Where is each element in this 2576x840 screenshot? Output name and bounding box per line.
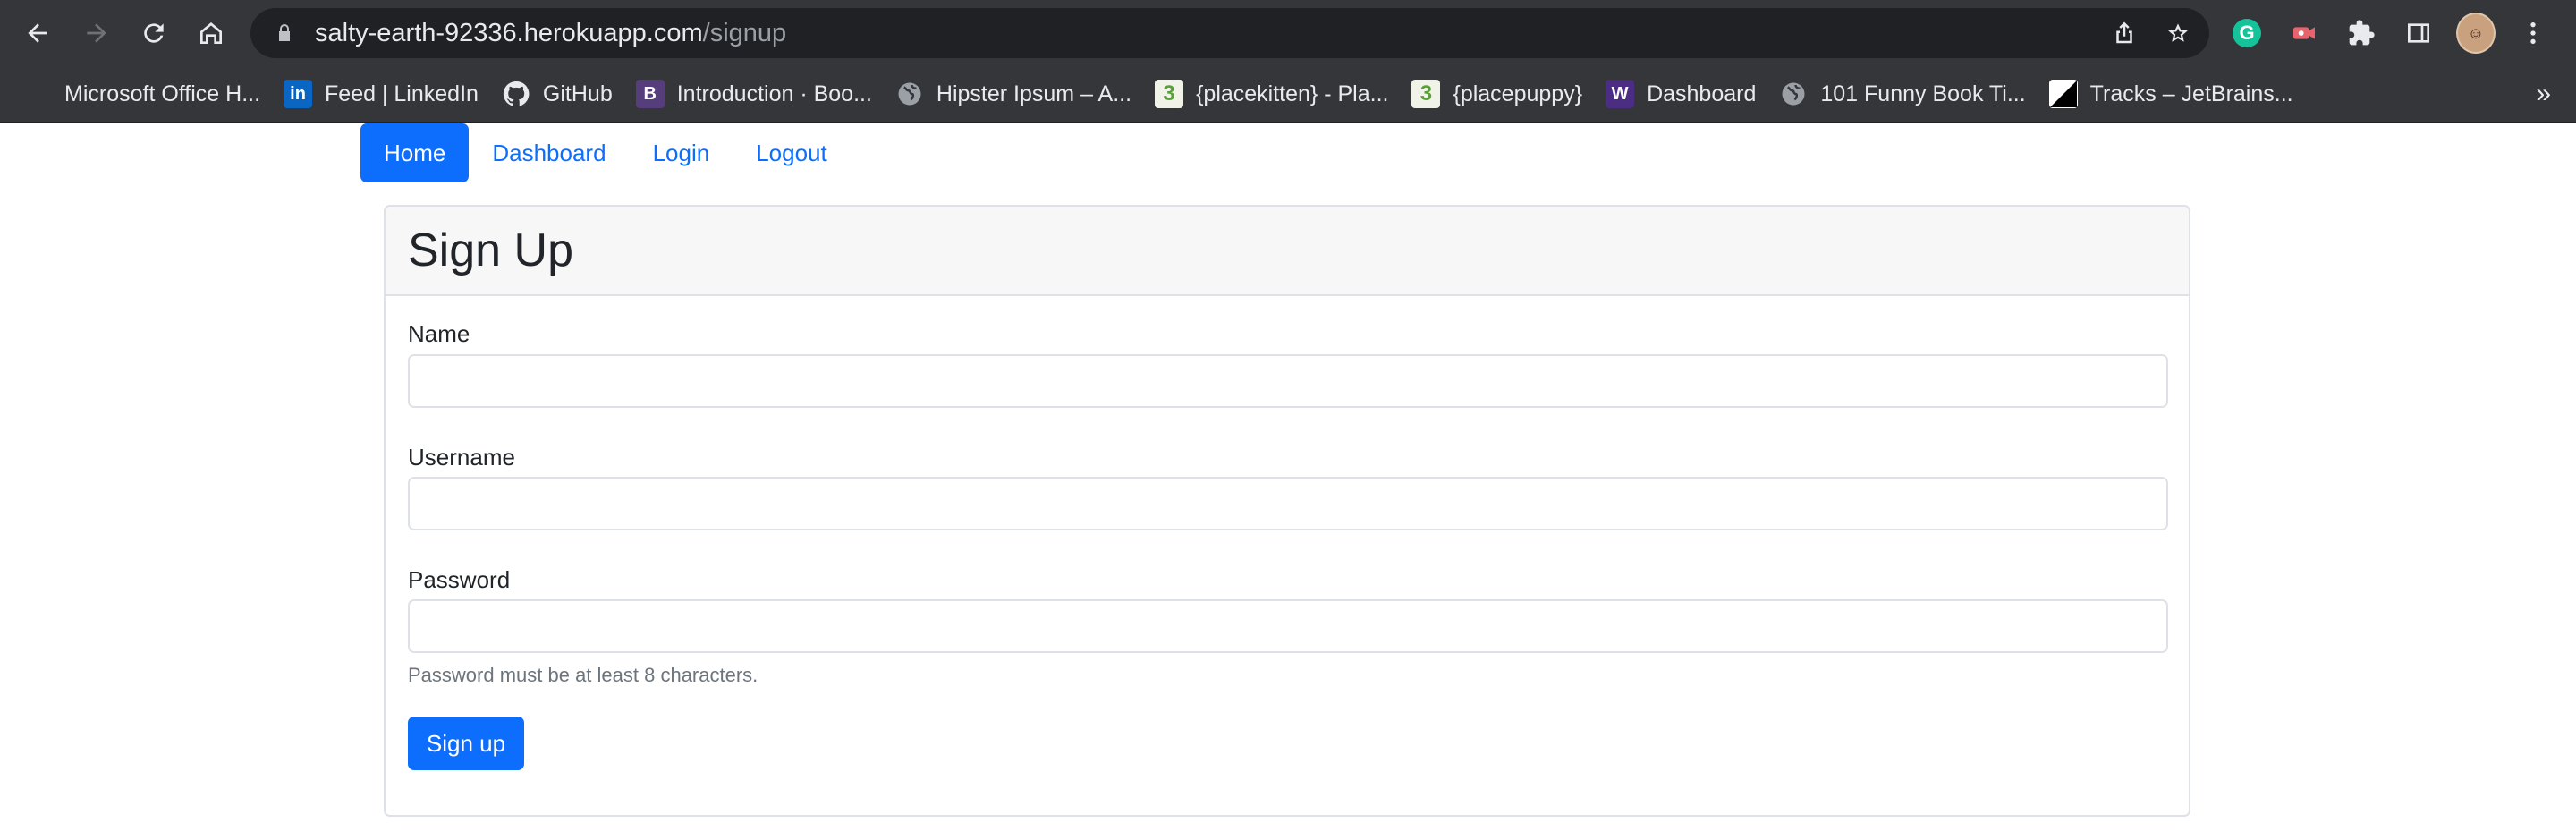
arrow-right-icon [87,23,106,43]
nav-home[interactable]: Home [360,123,470,182]
bootstrap-icon: B [635,80,665,108]
bookmark-hipster-ipsum[interactable]: Hipster Ipsum – A... [895,72,1131,115]
nav-login[interactable]: Login [630,123,733,182]
password-help-text: Password must be at least 8 characters. [408,664,758,686]
name-input[interactable] [408,354,2168,408]
page-title: Sign Up [408,225,573,276]
share-button[interactable] [2109,18,2140,48]
bookmark-label: Hipster Ipsum – A... [936,81,1132,106]
url-host: salty-earth-92336.herokuapp.com [315,18,703,47]
grammarly-icon: G [2233,19,2261,47]
linkedin-icon: in [284,80,313,108]
url-text: salty-earth-92336.herokuapp.com/signup [315,19,786,48]
microsoft-icon [23,80,52,108]
github-icon [502,80,530,108]
bookmark-linkedin[interactable]: in Feed | LinkedIn [284,72,479,115]
card-header: Sign Up [386,207,2189,296]
bookmark-label: Introduction · Boo... [676,81,872,106]
bookmark-label: Feed | LinkedIn [325,81,479,106]
forward-button[interactable] [72,8,122,58]
share-icon [2116,21,2132,44]
nav-logout[interactable]: Logout [733,123,851,182]
avatar: ☺ [2456,13,2496,54]
bookmark-funny-book-titles[interactable]: 101 Funny Book Ti... [1779,72,2026,115]
globe-icon [1779,80,1808,108]
bookmark-placekitten[interactable]: 3 {placekitten} - Pla... [1155,72,1388,115]
bookmark-github[interactable]: GitHub [502,72,613,115]
extensions-area: G ☺ [2227,8,2553,58]
placekitten-icon: 3 [1155,80,1184,108]
bookmark-label: GitHub [542,81,613,106]
jetbrains-icon [2048,80,2078,108]
reload-icon [144,23,164,43]
main-nav: Home Dashboard Login Logout [360,123,851,182]
arrow-left-icon [28,23,47,43]
screen-recorder-extension[interactable] [2284,13,2324,53]
nav-dashboard[interactable]: Dashboard [469,123,629,182]
side-panel-icon [2408,23,2429,43]
lock-icon[interactable] [274,22,295,44]
bookmark-jetbrains-tracks[interactable]: Tracks – JetBrains... [2048,72,2293,115]
bookmarks-bar: Microsoft Office H... in Feed | LinkedIn… [0,66,2576,123]
uw-icon: W [1606,80,1635,108]
chrome-menu-button[interactable] [2513,13,2553,53]
home-icon [200,22,222,44]
placepuppy-icon: 3 [1411,80,1441,108]
bookmark-label: Microsoft Office H... [64,81,261,106]
globe-icon [895,80,924,108]
bookmark-label: {placekitten} - Pla... [1196,81,1389,106]
record-icon [2293,27,2315,39]
signup-card: Sign Up Name Username Password Password … [384,205,2190,817]
puzzle-icon [2349,20,2375,46]
name-label: Name [408,320,470,347]
extensions-button[interactable] [2342,13,2381,53]
username-label: Username [408,444,515,471]
bookmark-label: Tracks – JetBrains... [2089,81,2293,106]
back-button[interactable] [13,8,63,58]
side-panel-button[interactable] [2399,13,2438,53]
bookmark-label: {placepuppy} [1453,81,1583,106]
more-bookmarks-button[interactable]: » [2536,66,2551,122]
password-label: Password [408,566,511,593]
bookmark-label: 101 Funny Book Ti... [1820,81,2026,106]
signup-button[interactable]: Sign up [408,717,524,770]
bookmark-microsoft-office[interactable]: Microsoft Office H... [23,72,260,115]
bookmark-star-button[interactable] [2163,18,2193,48]
bookmark-bootstrap[interactable]: B Introduction · Boo... [635,72,872,115]
star-icon [2168,23,2188,42]
kebab-menu-icon [2530,22,2536,44]
grammarly-extension[interactable]: G [2227,13,2267,53]
profile-button[interactable]: ☺ [2456,13,2496,54]
bookmark-label: Dashboard [1647,81,1757,106]
password-input[interactable] [408,599,2168,653]
username-input[interactable] [408,477,2168,530]
home-button[interactable] [186,8,236,58]
bookmark-placepuppy[interactable]: 3 {placepuppy} [1411,72,1582,115]
bookmark-uw-dashboard[interactable]: W Dashboard [1606,72,1756,115]
reload-button[interactable] [129,8,179,58]
address-bar[interactable]: salty-earth-92336.herokuapp.com/signup [250,8,2209,58]
page-content: Home Dashboard Login Logout Sign Up Name… [0,123,2576,840]
url-path: /signup [702,18,787,47]
browser-toolbar: salty-earth-92336.herokuapp.com/signup G… [0,0,2576,66]
